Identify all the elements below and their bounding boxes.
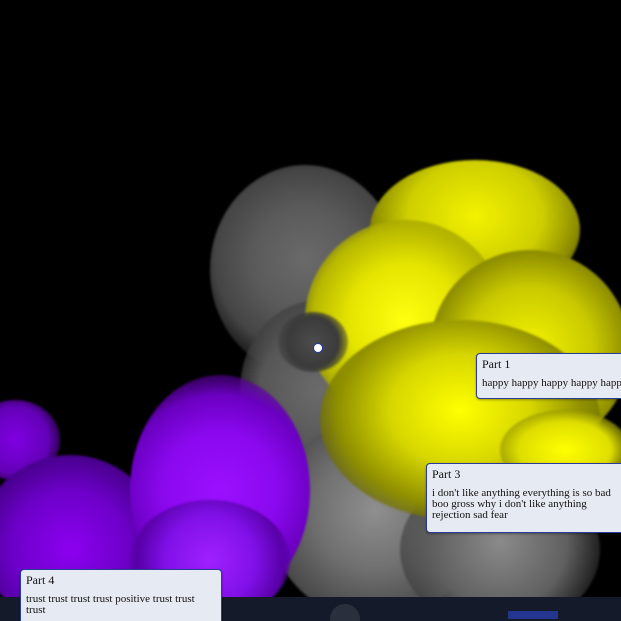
visualization-canvas[interactable]: Part 1 happy happy happy happy happy Par… — [0, 0, 621, 621]
tooltip-title: Part 1 — [482, 357, 511, 371]
bar-accent — [508, 611, 558, 619]
gray-cluster — [278, 312, 348, 372]
tooltip-part-3: Part 3 i don't like anything everything … — [426, 463, 621, 533]
avatar — [330, 604, 360, 621]
tooltip-text: trust trust trust trust positive trust t… — [26, 593, 195, 616]
tooltip-part-4: Part 4 trust trust trust trust positive … — [20, 569, 222, 621]
tooltip-text: happy happy happy happy happy — [482, 377, 621, 389]
tooltip-title: Part 4 — [26, 573, 55, 587]
tooltip-text: i don't like anything everything is so b… — [432, 487, 611, 521]
origin-marker[interactable] — [313, 343, 323, 353]
tooltip-part-1: Part 1 happy happy happy happy happy — [476, 353, 621, 399]
tooltip-title: Part 3 — [432, 467, 461, 481]
